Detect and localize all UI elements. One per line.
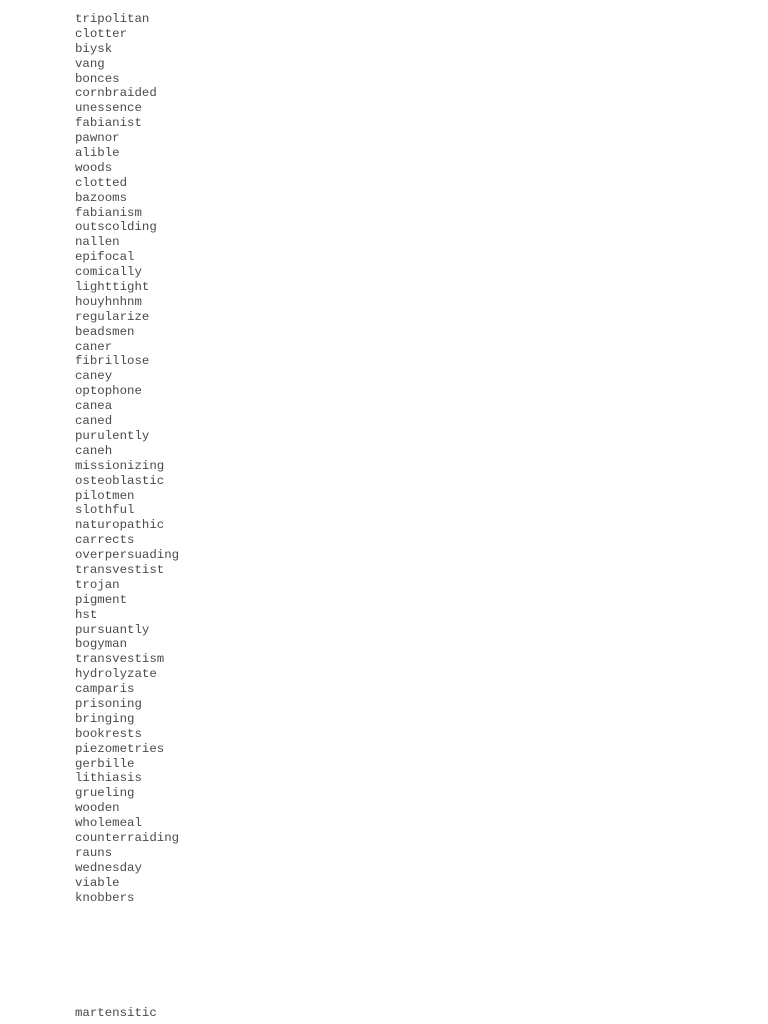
footer-word: martensitic <box>75 1006 157 1020</box>
word-item: caned <box>75 414 113 429</box>
word-item: gerbille <box>75 756 135 771</box>
word-item: unessence <box>75 101 142 116</box>
word-item: wooden <box>75 801 120 816</box>
word-item: counterraiding <box>75 830 180 845</box>
word-item: knobbers <box>75 890 135 905</box>
word-item: bringing <box>75 711 135 726</box>
word-item: wholemeal <box>75 816 142 831</box>
word-item: hydrolyzate <box>75 667 157 682</box>
word-item: trojan <box>75 577 120 592</box>
word-item: wednesday <box>75 860 142 875</box>
word-item: grueling <box>75 786 135 801</box>
word-item: tripolitan <box>75 12 150 26</box>
word-item: optophone <box>75 384 142 399</box>
word-item: biysk <box>75 41 113 56</box>
word-item: camparis <box>75 682 135 697</box>
word-item: bonces <box>75 71 120 86</box>
word-item: piezometries <box>75 741 165 756</box>
word-item: bogyman <box>75 637 128 652</box>
word-item: cornbraided <box>75 86 157 101</box>
word-item: pigment <box>75 592 128 607</box>
word-item: missionizing <box>75 458 165 473</box>
word-item: bookrests <box>75 726 142 741</box>
word-item: carrects <box>75 533 135 548</box>
word-item: outscolding <box>75 220 157 235</box>
word-item: fibrillose <box>75 354 150 369</box>
word-item: beadsmen <box>75 324 135 339</box>
word-item: transvestism <box>75 652 165 667</box>
word-item: overpersuading <box>75 548 180 563</box>
word-item: pursuantly <box>75 622 150 637</box>
word-item: comically <box>75 265 142 280</box>
word-item: houyhnhnm <box>75 294 142 309</box>
word-item: purulently <box>75 428 150 443</box>
word-item: lithiasis <box>75 771 142 786</box>
word-item: clotter <box>75 26 128 41</box>
word-item: viable <box>75 875 120 890</box>
word-item: woods <box>75 160 113 175</box>
word-item: bazooms <box>75 190 128 205</box>
word-item: epifocal <box>75 250 135 265</box>
word-item: regularize <box>75 309 150 324</box>
word-item: naturopathic <box>75 518 165 533</box>
word-item: fabianist <box>75 116 142 131</box>
word-item: hst <box>75 607 98 622</box>
word-item: osteoblastic <box>75 473 165 488</box>
word-item: caneh <box>75 443 113 458</box>
word-item: clotted <box>75 175 128 190</box>
word-item: alible <box>75 146 120 161</box>
word-item: caney <box>75 369 113 384</box>
word-item: prisoning <box>75 696 142 711</box>
word-item: transvestist <box>75 562 165 577</box>
word-item: lighttight <box>75 280 150 295</box>
word-item: fabianism <box>75 205 142 220</box>
word-item: canea <box>75 399 113 414</box>
word-item: slothful <box>75 503 135 518</box>
word-item: pilotmen <box>75 488 135 503</box>
word-list: tripolitan clotter biysk vang bonces cornbrai… <box>75 12 179 905</box>
word-item: caner <box>75 339 113 354</box>
word-item: vang <box>75 56 105 71</box>
word-item: pawnor <box>75 131 120 146</box>
word-item: rauns <box>75 845 113 860</box>
word-item: nallen <box>75 235 120 250</box>
